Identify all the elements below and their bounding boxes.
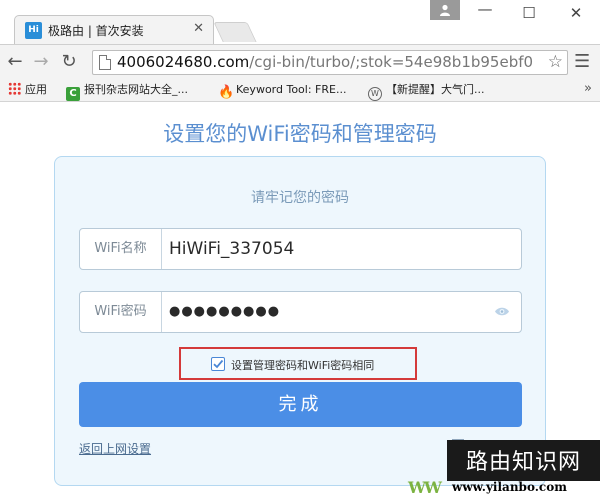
window-close-icon[interactable]: ✕ bbox=[563, 4, 589, 22]
url-text[interactable]: 4006024680.com/cgi-bin/turbo/;stok=54e98… bbox=[117, 53, 533, 71]
bookmark-keyword-tool[interactable]: 🔥 Keyword Tool: FRE... bbox=[218, 82, 347, 100]
browser-tab[interactable]: Hi 极路由 | 首次安装 ✕ bbox=[14, 15, 214, 44]
bookmark-star-icon[interactable]: ☆ bbox=[545, 52, 563, 72]
bookmark-label: 应用 bbox=[25, 83, 47, 96]
reload-icon[interactable]: ↻ bbox=[58, 51, 80, 73]
bookmark-reminder[interactable]: W 【新提醒】大气门... bbox=[368, 82, 485, 101]
maximize-icon[interactable]: ☐ bbox=[516, 4, 542, 22]
url-path: /cgi-bin/turbo/;stok=54e98b1b95ebf0 bbox=[249, 53, 534, 71]
wordpress-icon: W bbox=[368, 87, 382, 101]
bookmark-label: Keyword Tool: FRE... bbox=[236, 83, 347, 96]
browser-menu-icon[interactable]: ☰ bbox=[574, 51, 590, 72]
c-bookmark-icon: C bbox=[66, 87, 80, 101]
bookmark-label: 【新提醒】大气门... bbox=[386, 83, 485, 96]
same-password-checkbox[interactable] bbox=[211, 357, 225, 371]
wifi-name-label: WiFi名称 bbox=[80, 229, 162, 269]
watermark-title: 路由知识网 bbox=[465, 450, 581, 475]
hiwifi-favicon-icon: Hi bbox=[25, 22, 42, 39]
back-arrow-icon[interactable]: ← bbox=[4, 51, 26, 73]
back-to-network-settings-link[interactable]: 返回上网设置 bbox=[79, 440, 151, 457]
bookmark-label: 报刊杂志网站大全_... bbox=[84, 83, 188, 96]
bookmark-apps[interactable]: 应用 bbox=[8, 82, 47, 98]
show-password-eye-icon[interactable] bbox=[494, 306, 510, 317]
profile-button[interactable] bbox=[430, 0, 460, 20]
wifi-name-input[interactable]: HiWiFi_337054 bbox=[169, 229, 294, 269]
keyword-tool-icon: 🔥 bbox=[218, 85, 235, 100]
forward-arrow-icon[interactable]: → bbox=[30, 51, 52, 73]
wifi-password-field[interactable]: WiFi密码 ●●●●●●●●● bbox=[79, 291, 522, 333]
card-subtitle: 请牢记您的密码 bbox=[251, 190, 349, 206]
apps-grid-icon bbox=[8, 82, 21, 95]
same-password-highlight: 设置管理密码和WiFi密码相同 bbox=[179, 347, 417, 380]
wifi-name-field[interactable]: WiFi名称 HiWiFi_337054 bbox=[79, 228, 522, 270]
new-tab-button[interactable] bbox=[213, 22, 257, 42]
wifi-password-input[interactable]: ●●●●●●●●● bbox=[169, 292, 280, 332]
watermark-green-text: WW bbox=[408, 478, 442, 497]
bookmark-magazines[interactable]: C 报刊杂志网站大全_... bbox=[66, 82, 188, 101]
browser-toolbar: ← → ↻ 4006024680.com/cgi-bin/turbo/;stok… bbox=[0, 44, 600, 78]
browser-titlebar: Hi 极路由 | 首次安装 ✕ — ☐ ✕ bbox=[0, 0, 600, 44]
user-icon bbox=[440, 4, 450, 16]
tab-title: 极路由 | 首次安装 bbox=[48, 24, 144, 38]
password-setup-card: 请牢记您的密码 WiFi名称 HiWiFi_337054 WiFi密码 ●●●●… bbox=[54, 156, 546, 486]
wifi-password-label: WiFi密码 bbox=[80, 292, 162, 332]
done-button[interactable]: 完成 bbox=[79, 382, 522, 427]
url-host: 4006024680.com bbox=[117, 53, 250, 71]
watermark-url: www.yilanbo.com bbox=[452, 480, 567, 494]
watermark-box: 路由知识网 bbox=[447, 440, 600, 481]
checkmark-icon bbox=[213, 359, 224, 369]
page-icon bbox=[99, 55, 111, 70]
minimize-icon[interactable]: — bbox=[472, 0, 498, 18]
bookmarks-bar: 应用 C 报刊杂志网站大全_... 🔥 Keyword Tool: FRE... W… bbox=[0, 78, 600, 102]
tab-close-icon[interactable]: ✕ bbox=[193, 21, 204, 36]
same-password-label[interactable]: 设置管理密码和WiFi密码相同 bbox=[231, 357, 374, 373]
page-title: 设置您的WiFi密码和管理密码 bbox=[163, 122, 437, 146]
address-bar[interactable]: 4006024680.com/cgi-bin/turbo/;stok=54e98… bbox=[92, 50, 568, 75]
bookmarks-overflow-icon[interactable]: » bbox=[584, 81, 592, 96]
